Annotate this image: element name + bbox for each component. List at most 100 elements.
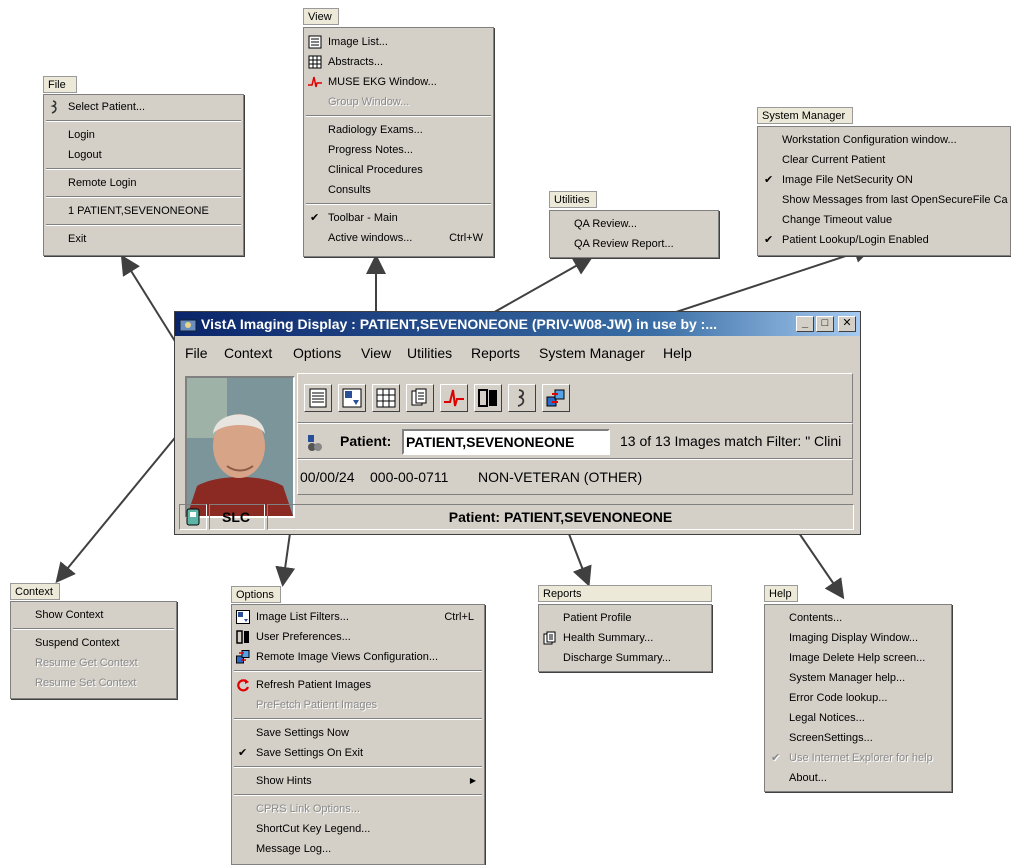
menu-item-prefetch-patient-images[interactable]: PreFetch Patient Images: [232, 695, 484, 715]
view-menu-title: View: [303, 8, 339, 25]
menu-item-clinical-procedures[interactable]: Clinical Procedures: [304, 160, 493, 180]
menu-separator: [232, 667, 484, 675]
menu-separator: [44, 117, 243, 125]
menu-item-active-windows[interactable]: Active windows... Ctrl+W: [304, 228, 493, 248]
menu-item-use-internet-explorer[interactable]: ✔ Use Internet Explorer for help: [765, 748, 951, 768]
system-manager-menu-title: System Manager: [757, 107, 853, 124]
options-menu: Image List Filters... Ctrl+L User Prefer…: [231, 604, 485, 865]
menu-item-change-timeout[interactable]: Change Timeout value: [758, 210, 1010, 230]
patient-photo[interactable]: [185, 376, 295, 518]
menu-item-select-patient[interactable]: Select Patient...: [44, 97, 243, 117]
patient-dob: 00/00/24: [300, 469, 355, 485]
menu-item-netsecurity[interactable]: ✔ Image File NetSecurity ON: [758, 170, 1010, 190]
menu-item-legal-notices[interactable]: Legal Notices...: [765, 708, 951, 728]
patient-lookup-icon[interactable]: [306, 434, 324, 452]
menu-item-user-preferences[interactable]: User Preferences...: [232, 627, 484, 647]
menu-item-show-hints[interactable]: Show Hints ▶: [232, 771, 484, 791]
menu-item-workstation-config[interactable]: Workstation Configuration window...: [758, 130, 1010, 150]
menu-item-contents[interactable]: Contents...: [765, 608, 951, 628]
preferences-button[interactable]: [474, 384, 502, 412]
menu-item-error-code-lookup[interactable]: Error Code lookup...: [765, 688, 951, 708]
patient-input[interactable]: PATIENT,SEVENONEONE: [402, 429, 610, 455]
menu-item-message-log[interactable]: Message Log...: [232, 839, 484, 859]
menu-item-system-manager-help[interactable]: System Manager help...: [765, 668, 951, 688]
menu-item-group-window[interactable]: Group Window...: [304, 92, 493, 112]
main-toolbar: [297, 373, 853, 423]
menu-item-login[interactable]: Login: [44, 125, 243, 145]
filter-button[interactable]: [338, 384, 366, 412]
menu-item-abstracts[interactable]: Abstracts...: [304, 52, 493, 72]
app-icon: [179, 316, 197, 332]
menu-item-progress-notes[interactable]: Progress Notes...: [304, 140, 493, 160]
ekg-icon: [308, 75, 322, 89]
utilities-menu-title: Utilities: [549, 191, 597, 208]
image-list-button[interactable]: [304, 384, 332, 412]
preferences-icon: [478, 389, 497, 407]
menu-item-recent-patient[interactable]: 1 PATIENT,SEVENONEONE: [44, 201, 243, 221]
patient-row: Patient: PATIENT,SEVENONEONE 13 of 13 Im…: [297, 423, 853, 459]
menubar-file[interactable]: File: [185, 340, 208, 366]
menu-item-save-settings-on-exit[interactable]: ✔ Save Settings On Exit: [232, 743, 484, 763]
menu-item-shortcut-key-legend[interactable]: ShortCut Key Legend...: [232, 819, 484, 839]
menu-item-resume-get-context[interactable]: Resume Get Context: [11, 653, 176, 673]
menu-item-suspend-context[interactable]: Suspend Context: [11, 633, 176, 653]
image-list-icon: [309, 388, 327, 408]
select-patient-button[interactable]: [508, 384, 536, 412]
menu-separator: [44, 193, 243, 201]
menu-item-exit[interactable]: Exit: [44, 229, 243, 249]
menu-item-patient-profile[interactable]: Patient Profile: [539, 608, 711, 628]
menu-item-remote-login[interactable]: Remote Login: [44, 173, 243, 193]
menu-separator: [11, 625, 176, 633]
menu-item-clear-current-patient[interactable]: Clear Current Patient: [758, 150, 1010, 170]
menubar-utilities[interactable]: Utilities: [407, 340, 452, 366]
menu-item-patient-lookup[interactable]: ✔ Patient Lookup/Login Enabled: [758, 230, 1010, 250]
menubar-context[interactable]: Context: [224, 340, 272, 366]
menu-item-about[interactable]: About...: [765, 768, 951, 788]
menu-item-screen-settings[interactable]: ScreenSettings...: [765, 728, 951, 748]
abstracts-button[interactable]: [372, 384, 400, 412]
menu-item-muse-ekg[interactable]: MUSE EKG Window...: [304, 72, 493, 92]
menu-separator: [232, 763, 484, 771]
menubar-system-manager[interactable]: System Manager: [539, 340, 645, 366]
menubar-reports[interactable]: Reports: [471, 340, 520, 366]
menu-item-radiology-exams[interactable]: Radiology Exams...: [304, 120, 493, 140]
menubar-help[interactable]: Help: [663, 340, 692, 366]
menu-item-image-delete-help[interactable]: Image Delete Help screen...: [765, 648, 951, 668]
maximize-button[interactable]: □: [816, 316, 834, 332]
menu-item-discharge-summary[interactable]: Discharge Summary...: [539, 648, 711, 668]
menu-item-resume-set-context[interactable]: Resume Set Context: [11, 673, 176, 693]
menu-item-refresh-patient-images[interactable]: Refresh Patient Images: [232, 675, 484, 695]
menu-item-toolbar-main[interactable]: ✔ Toolbar - Main: [304, 208, 493, 228]
menu-item-remote-image-views[interactable]: Remote Image Views Configuration...: [232, 647, 484, 667]
patient-ssn: 000-00-0711: [370, 469, 449, 485]
menu-item-qa-review[interactable]: QA Review...: [550, 214, 718, 234]
file-menu: Select Patient... Login Logout Remote Lo…: [43, 94, 244, 256]
menu-item-show-context[interactable]: Show Context: [11, 605, 176, 625]
checkmark-icon: ✔: [771, 752, 781, 764]
remote-views-button[interactable]: [542, 384, 570, 412]
close-button[interactable]: ✕: [838, 316, 856, 332]
reports-menu-title: Reports: [538, 585, 712, 602]
menu-item-image-list-filters[interactable]: Image List Filters... Ctrl+L: [232, 607, 484, 627]
menu-item-image-list[interactable]: Image List...: [304, 32, 493, 52]
remote-views-icon: [546, 389, 565, 407]
menu-item-consults[interactable]: Consults: [304, 180, 493, 200]
menu-item-logout[interactable]: Logout: [44, 145, 243, 165]
menubar-view[interactable]: View: [361, 340, 391, 366]
ekg-button[interactable]: [440, 384, 468, 412]
menu-item-qa-review-report[interactable]: QA Review Report...: [550, 234, 718, 254]
minimize-button[interactable]: _: [796, 316, 814, 332]
menu-item-health-summary[interactable]: Health Summary...: [539, 628, 711, 648]
menu-item-cprs-link-options[interactable]: CPRS Link Options...: [232, 799, 484, 819]
menu-separator: [44, 165, 243, 173]
menu-item-save-settings-now[interactable]: Save Settings Now: [232, 723, 484, 743]
select-patient-icon: [48, 100, 62, 114]
menu-item-show-messages[interactable]: Show Messages from last OpenSecureFile C…: [758, 190, 1010, 210]
documents-button[interactable]: [406, 384, 434, 412]
menubar-options[interactable]: Options: [293, 340, 341, 366]
help-menu-title: Help: [764, 585, 798, 602]
ekg-icon: [444, 389, 464, 407]
menu-separator: [232, 791, 484, 799]
menu-item-imaging-display-window[interactable]: Imaging Display Window...: [765, 628, 951, 648]
filter-icon: [342, 388, 362, 408]
